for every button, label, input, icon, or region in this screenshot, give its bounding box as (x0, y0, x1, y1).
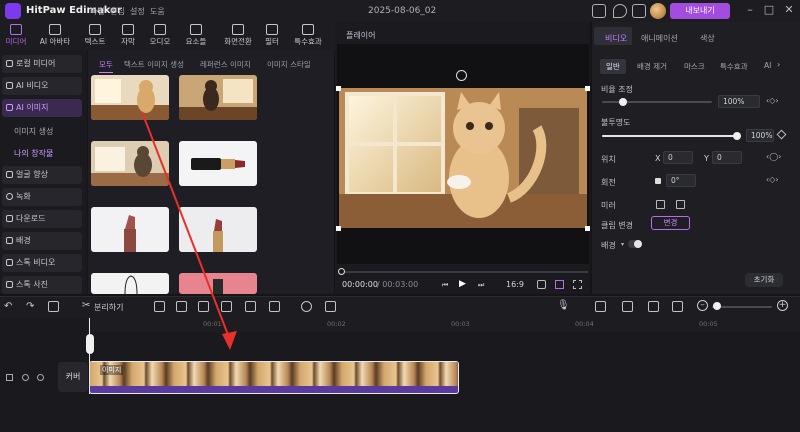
annotation-arrow (141, 111, 237, 350)
